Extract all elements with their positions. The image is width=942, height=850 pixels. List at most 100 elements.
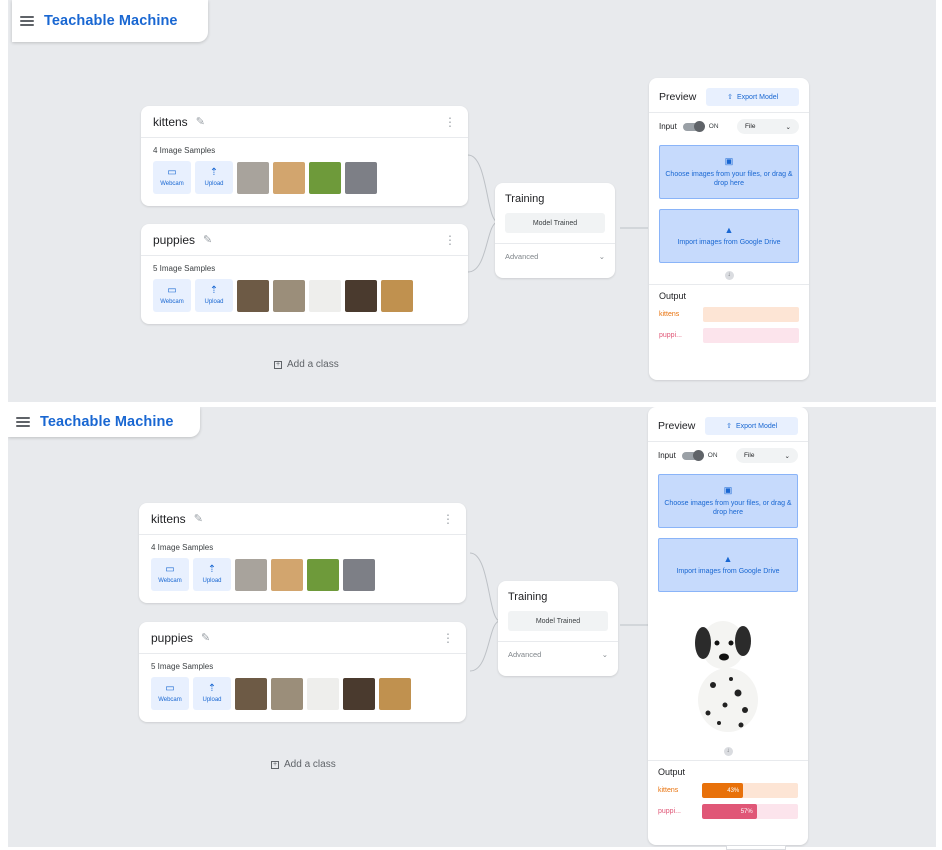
preview-card: Preview ⇧ Export Model Input ON File ⌄ ▣ C… bbox=[648, 407, 808, 845]
sample-thumbnail[interactable] bbox=[271, 677, 303, 710]
class-name[interactable]: puppies bbox=[153, 233, 195, 247]
output-row: puppi... bbox=[659, 328, 799, 343]
google-drive-import[interactable]: ▲ Import images from Google Drive bbox=[658, 538, 798, 592]
folder-icon: ▣ bbox=[724, 156, 734, 167]
sample-thumbnail[interactable] bbox=[237, 161, 269, 194]
chevron-down-icon: ⌄ bbox=[785, 123, 791, 131]
confidence-bar: 43% bbox=[702, 783, 798, 798]
upload-icon: ⇡ bbox=[209, 167, 219, 178]
dalmatian-puppy-image bbox=[695, 620, 758, 732]
upload-button[interactable]: ⇡ Upload bbox=[193, 677, 231, 710]
webcam-button[interactable]: ▭ Webcam bbox=[151, 677, 189, 710]
class-name[interactable]: kittens bbox=[153, 115, 188, 129]
sample-thumbnail[interactable] bbox=[379, 677, 411, 710]
input-source-select[interactable]: File ⌄ bbox=[737, 119, 799, 134]
input-label: Input bbox=[659, 122, 677, 131]
more-options-icon[interactable]: ⋮ bbox=[442, 512, 454, 526]
sample-row: ▭ Webcam ⇡ Upload bbox=[141, 161, 468, 194]
sample-thumbnail[interactable] bbox=[271, 558, 303, 591]
chevron-down-icon: ⌄ bbox=[598, 252, 605, 261]
advanced-toggle[interactable]: Advanced ⌄ bbox=[498, 641, 618, 667]
sample-thumbnail[interactable] bbox=[345, 279, 377, 312]
upload-button[interactable]: ⇡ Upload bbox=[195, 161, 233, 194]
output-section: Output kittens 43% puppi... 57% bbox=[648, 760, 808, 831]
train-model-button[interactable]: Model Trained bbox=[505, 213, 605, 233]
select-value: File bbox=[744, 452, 755, 459]
sample-thumbnail[interactable] bbox=[237, 279, 269, 312]
output-row: kittens 43% bbox=[658, 783, 798, 798]
select-value: File bbox=[745, 123, 756, 130]
class-name[interactable]: kittens bbox=[151, 512, 186, 526]
sample-thumbnail[interactable] bbox=[307, 558, 339, 591]
samples-count: 4 Image Samples bbox=[151, 543, 214, 552]
sample-thumbnail[interactable] bbox=[309, 279, 341, 312]
file-drop-zone[interactable]: ▣ Choose images from your files, or drag… bbox=[659, 145, 799, 199]
edit-pencil-icon[interactable]: ✎ bbox=[196, 115, 205, 128]
file-drop-zone[interactable]: ▣ Choose images from your files, or drag… bbox=[658, 474, 798, 528]
sample-thumbnail[interactable] bbox=[309, 161, 341, 194]
sample-thumbnail[interactable] bbox=[273, 161, 305, 194]
webcam-button[interactable]: ▭ Webcam bbox=[153, 161, 191, 194]
preview-header: Preview ⇧ Export Model bbox=[648, 407, 808, 441]
sample-thumbnail[interactable] bbox=[235, 677, 267, 710]
sample-thumbnail[interactable] bbox=[343, 677, 375, 710]
confidence-fill: 57% bbox=[702, 804, 757, 819]
uploaded-image bbox=[648, 592, 808, 747]
arrow-down-icon: ↓ bbox=[723, 747, 733, 756]
drop-zone-text: Choose images from your files, or drag &… bbox=[664, 499, 792, 516]
input-toggle[interactable] bbox=[681, 449, 704, 461]
train-model-button[interactable]: Model Trained bbox=[508, 611, 608, 631]
training-card: Training Model Trained Advanced ⌄ bbox=[495, 183, 615, 278]
edit-pencil-icon[interactable]: ✎ bbox=[201, 631, 210, 644]
webcam-label: Webcam bbox=[160, 299, 184, 305]
google-drive-import[interactable]: ▲ Import images from Google Drive bbox=[659, 209, 799, 263]
training-title: Training bbox=[505, 193, 545, 205]
preview-title: Preview bbox=[659, 91, 697, 103]
upload-button[interactable]: ⇡ Upload bbox=[193, 558, 231, 591]
output-label: kittens bbox=[659, 311, 680, 318]
folder-icon: ▣ bbox=[723, 485, 733, 496]
upload-icon: ⇡ bbox=[207, 683, 217, 694]
class-header: puppies ✎ ⋮ bbox=[141, 224, 468, 256]
sample-thumbnail[interactable] bbox=[343, 558, 375, 591]
input-toggle[interactable] bbox=[682, 120, 705, 132]
canvas-before: Teachable Machine kittens ✎ ⋮ 4 Image Sa… bbox=[8, 0, 936, 402]
sample-row: ▭ Webcam ⇡ Upload bbox=[141, 279, 468, 312]
more-options-icon[interactable]: ⋮ bbox=[444, 233, 456, 247]
confidence-bar bbox=[703, 307, 799, 322]
more-options-icon[interactable]: ⋮ bbox=[442, 631, 454, 645]
toggle-state: ON bbox=[707, 452, 718, 459]
edit-pencil-icon[interactable]: ✎ bbox=[203, 233, 212, 246]
webcam-icon: ▭ bbox=[165, 564, 175, 575]
input-label: Input bbox=[658, 451, 676, 460]
add-icon: + bbox=[274, 360, 282, 369]
arrow-down-icon: ↓ bbox=[724, 271, 734, 280]
add-class-button[interactable]: + Add a class bbox=[271, 759, 336, 770]
sample-thumbnail[interactable] bbox=[273, 279, 305, 312]
upload-button[interactable]: ⇡ Upload bbox=[195, 279, 233, 312]
class-name[interactable]: puppies bbox=[151, 631, 193, 645]
webcam-label: Webcam bbox=[158, 697, 182, 703]
edit-pencil-icon[interactable]: ✎ bbox=[194, 512, 203, 525]
webcam-button[interactable]: ▭ Webcam bbox=[151, 558, 189, 591]
export-model-button[interactable]: ⇧ Export Model bbox=[705, 417, 798, 435]
sample-thumbnail[interactable] bbox=[381, 279, 413, 312]
sample-thumbnail[interactable] bbox=[235, 558, 267, 591]
advanced-toggle[interactable]: Advanced ⌄ bbox=[495, 243, 615, 269]
sample-thumbnail[interactable] bbox=[345, 161, 377, 194]
samples-count: 4 Image Samples bbox=[153, 146, 216, 155]
webcam-icon: ▭ bbox=[167, 285, 177, 296]
export-icon: ⇧ bbox=[726, 423, 732, 430]
more-options-icon[interactable]: ⋮ bbox=[444, 115, 456, 129]
toggle-state: ON bbox=[708, 123, 719, 130]
add-class-button[interactable]: + Add a class bbox=[274, 359, 339, 370]
confidence-value: 43% bbox=[727, 787, 740, 794]
input-row: Input ON File ⌄ bbox=[648, 441, 808, 469]
export-model-button[interactable]: ⇧ Export Model bbox=[706, 88, 799, 106]
webcam-button[interactable]: ▭ Webcam bbox=[153, 279, 191, 312]
input-source-select[interactable]: File ⌄ bbox=[736, 448, 798, 463]
advanced-label: Advanced bbox=[508, 650, 542, 659]
drive-icon: ▲ bbox=[724, 224, 734, 235]
confidence-fill: 43% bbox=[702, 783, 744, 798]
sample-thumbnail[interactable] bbox=[307, 677, 339, 710]
